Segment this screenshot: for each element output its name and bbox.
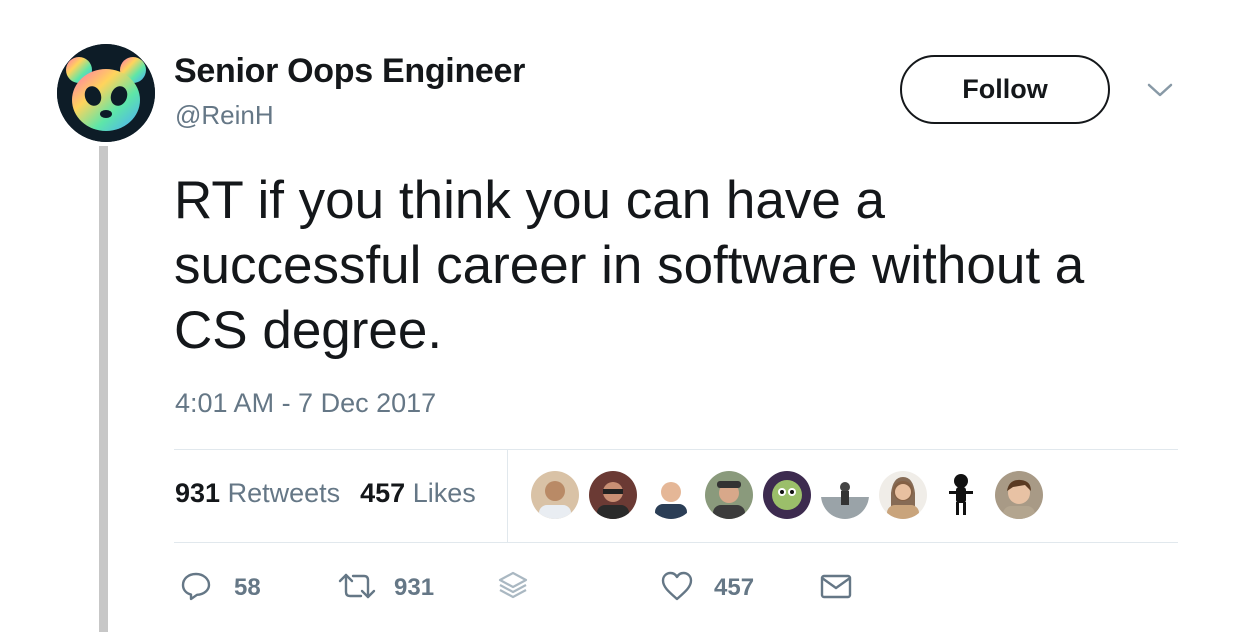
display-name[interactable]: Senior Oops Engineer <box>174 52 525 91</box>
liker-avatar[interactable] <box>821 471 869 519</box>
direct-message-envelope-icon[interactable] <box>819 570 853 602</box>
retweets-count: 931 <box>175 478 221 508</box>
moments-layers-icon[interactable] <box>497 570 529 602</box>
retweets-stat[interactable]: 931 Retweets <box>175 478 340 508</box>
stats-divider <box>507 450 508 542</box>
liker-avatar[interactable] <box>647 471 695 519</box>
likes-label: Likes <box>412 478 476 508</box>
likes-stat[interactable]: 457 Likes <box>360 478 476 508</box>
thread-line <box>99 146 108 632</box>
reply-icon[interactable] <box>180 570 212 602</box>
liker-avatar[interactable] <box>995 471 1043 519</box>
liker-avatar[interactable] <box>763 471 811 519</box>
divider-top <box>174 449 1178 450</box>
retweets-label: Retweets <box>227 478 341 508</box>
liker-avatar[interactable] <box>531 471 579 519</box>
likes-count: 457 <box>360 478 406 508</box>
divider-bottom <box>174 542 1178 543</box>
follow-button[interactable]: Follow <box>900 55 1110 124</box>
tweet-text: RT if you think you can have a successfu… <box>174 171 1085 360</box>
like-count: 457 <box>714 574 755 601</box>
chevron-down-icon[interactable] <box>1146 80 1174 100</box>
panda-avatar-icon <box>57 44 155 142</box>
user-handle[interactable]: @ReinH <box>175 100 274 131</box>
reply-count: 58 <box>234 574 261 601</box>
liker-avatar[interactable] <box>937 471 985 519</box>
liker-avatar[interactable] <box>705 471 753 519</box>
liker-avatar[interactable] <box>879 471 927 519</box>
retweet-icon[interactable] <box>337 570 377 602</box>
like-heart-icon[interactable] <box>660 570 694 602</box>
profile-avatar[interactable] <box>57 44 155 142</box>
tweet-timestamp[interactable]: 4:01 AM - 7 Dec 2017 <box>175 388 436 419</box>
retweet-count: 931 <box>394 574 435 601</box>
tweet-stats: 931 Retweets 457 Likes <box>175 478 476 509</box>
liker-avatar[interactable] <box>589 471 637 519</box>
